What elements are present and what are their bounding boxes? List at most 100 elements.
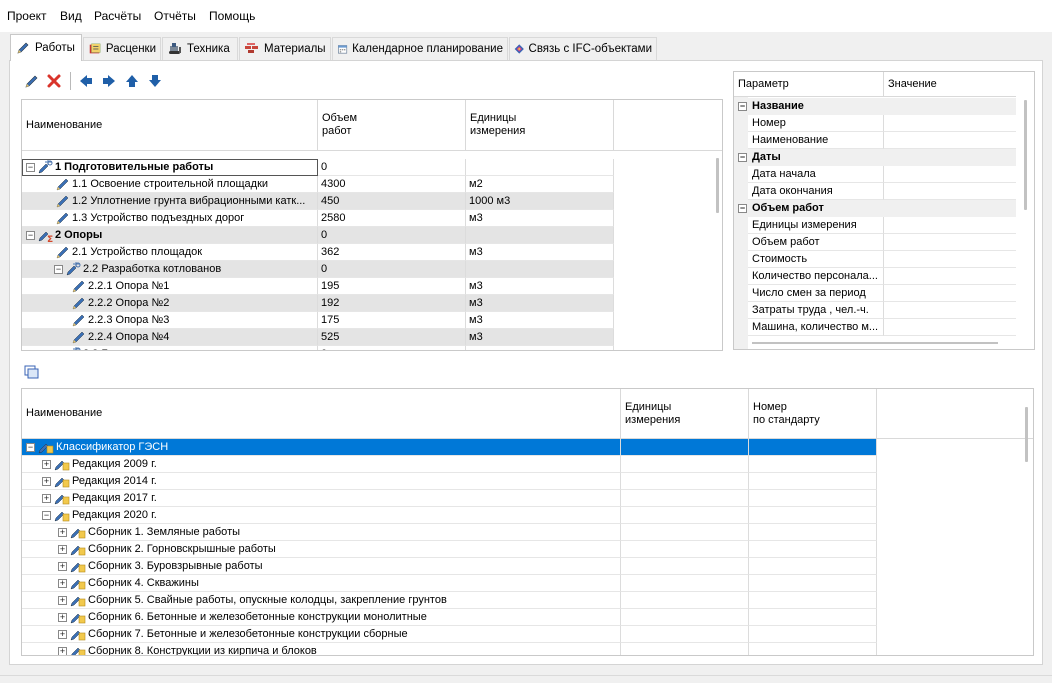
table-row[interactable]: + Редакция 2014 г. [22,473,877,490]
cell-name[interactable]: − 2.3 Бетонирование ростверка [22,346,318,350]
table-row[interactable]: + Редакция 2017 г. [22,490,877,507]
cell-name[interactable]: 2.2.1 Опора №1 [22,278,318,295]
table-row[interactable]: − Σ 2 Опоры 0 [22,227,614,244]
expand-toggle[interactable]: + [42,494,51,503]
cell-volume[interactable]: 362 [318,244,466,261]
expand-toggle[interactable]: + [42,460,51,469]
column-header-volume[interactable]: Объем работ [318,100,466,150]
property-row[interactable]: Затраты труда , чел.-ч. [734,302,1016,319]
cell-units[interactable]: м3 [466,329,614,346]
property-row[interactable]: Машина, количество м... [734,319,1016,336]
cell-name[interactable]: 1.2 Уплотнение грунта вибрационными катк… [22,193,318,210]
collapse-toggle[interactable]: − [26,231,35,240]
table-row[interactable]: + Сборник 1. Земляные работы [22,524,877,541]
table-row[interactable]: + Сборник 6. Бетонные и железобетонные ко… [22,609,877,626]
cell-units[interactable] [621,524,749,541]
cell-units[interactable] [621,558,749,575]
cell-volume[interactable]: 192 [318,295,466,312]
menu-view[interactable]: Вид [60,9,82,23]
expand-toggle[interactable]: + [58,562,67,571]
collapse-toggle[interactable]: − [738,204,747,213]
cell-units[interactable]: м3 [466,244,614,261]
column-header-standard-number[interactable]: Номер по стандарту [749,389,877,438]
property-value[interactable] [884,302,1016,319]
table-row[interactable]: + Сборник 4. Скважины [22,575,877,592]
cell-name[interactable]: − 1 Подготовительные работы [22,159,318,176]
collapse-toggle[interactable]: − [738,102,747,111]
cell-volume[interactable]: 450 [318,193,466,210]
cell-volume[interactable]: 525 [318,329,466,346]
cell-name[interactable]: + Редакция 2017 г. [22,490,621,507]
cell-units[interactable] [621,439,749,456]
cell-name[interactable]: − Редакция 2020 г. [22,507,621,524]
menu-reports[interactable]: Отчёты [154,9,196,23]
tab-machinery[interactable]: Техника [162,37,238,60]
property-value[interactable] [884,115,1016,132]
tab-materials[interactable]: Материалы [239,37,331,60]
edit-icon[interactable] [24,73,40,89]
expand-toggle[interactable]: + [58,528,67,537]
cell-name[interactable]: + Редакция 2009 г. [22,456,621,473]
property-row[interactable]: Дата окончания [734,183,1016,200]
table-row[interactable]: + Сборник 5. Свайные работы, опускные кол… [22,592,877,609]
table-row[interactable]: 2.2.2 Опора №2 192 м3 [22,295,614,312]
cell-standard-number[interactable] [749,456,877,473]
property-category[interactable]: − Даты [734,149,1016,166]
cell-standard-number[interactable] [749,626,877,643]
arrow-up-icon[interactable] [124,73,140,89]
cell-volume[interactable]: 2580 [318,210,466,227]
cell-units[interactable] [621,490,749,507]
property-row[interactable]: Стоимость [734,251,1016,268]
cell-standard-number[interactable] [749,490,877,507]
collapse-toggle[interactable]: − [26,163,35,172]
expand-toggle[interactable]: + [58,647,67,655]
cell-name[interactable]: 1.3 Устройство подъездных дорог [22,210,318,227]
cell-units[interactable] [466,346,614,350]
cell-standard-number[interactable] [749,507,877,524]
cell-standard-number[interactable] [749,541,877,558]
table-row[interactable]: 1.2 Уплотнение грунта вибрационными катк… [22,193,614,210]
cell-volume[interactable]: 175 [318,312,466,329]
table-row[interactable]: − Редакция 2020 г. [22,507,877,524]
collapse-toggle[interactable]: − [26,443,35,452]
scrollbar-thumb[interactable] [1025,407,1028,462]
cell-standard-number[interactable] [749,439,877,456]
cell-name[interactable]: − Σ 2 Опоры [22,227,318,244]
property-row[interactable]: Число смен за период [734,285,1016,302]
column-header-param[interactable]: Параметр [734,72,884,97]
cell-name[interactable]: + Редакция 2014 г. [22,473,621,490]
cell-name[interactable]: + Сборник 4. Скважины [22,575,621,592]
cell-units[interactable]: м3 [466,295,614,312]
cell-units[interactable]: 1000 м3 [466,193,614,210]
table-row[interactable]: − 2.2 Разработка котлованов 0 [22,261,614,278]
cell-name[interactable]: + Сборник 7. Бетонные и железобетонные ко… [22,626,621,643]
property-row[interactable]: Дата начала [734,166,1016,183]
arrow-right-icon[interactable] [101,73,117,89]
table-row[interactable]: − 1 Подготовительные работы 0 [22,159,614,176]
cell-name[interactable]: − Классификатор ГЭСН [22,439,621,456]
property-value[interactable] [884,132,1016,149]
property-value[interactable] [884,319,1016,336]
cell-standard-number[interactable] [749,643,877,655]
scrollbar-thumb[interactable] [1024,100,1027,210]
cell-standard-number[interactable] [749,592,877,609]
cell-units[interactable] [466,227,614,244]
cell-units[interactable] [621,592,749,609]
cell-units[interactable] [621,456,749,473]
cell-units[interactable]: м3 [466,210,614,227]
cell-units[interactable] [621,473,749,490]
cell-units[interactable] [621,541,749,558]
cell-standard-number[interactable] [749,473,877,490]
expand-toggle[interactable]: + [58,613,67,622]
cell-standard-number[interactable] [749,524,877,541]
table-row[interactable]: + Сборник 3. Буровзрывные работы [22,558,877,575]
cell-name[interactable]: + Сборник 5. Свайные работы, опускные кол… [22,592,621,609]
collapse-toggle[interactable]: − [42,511,51,520]
expand-toggle[interactable]: + [42,477,51,486]
table-row[interactable]: + Сборник 7. Бетонные и железобетонные ко… [22,626,877,643]
table-row[interactable]: + Сборник 2. Горновскрышные работы [22,541,877,558]
horizontal-scrollbar-thumb[interactable] [752,342,998,344]
cell-volume[interactable]: 0 [318,159,466,176]
column-header-value[interactable]: Значение [884,72,1016,97]
table-row[interactable]: 2.2.1 Опора №1 195 м3 [22,278,614,295]
